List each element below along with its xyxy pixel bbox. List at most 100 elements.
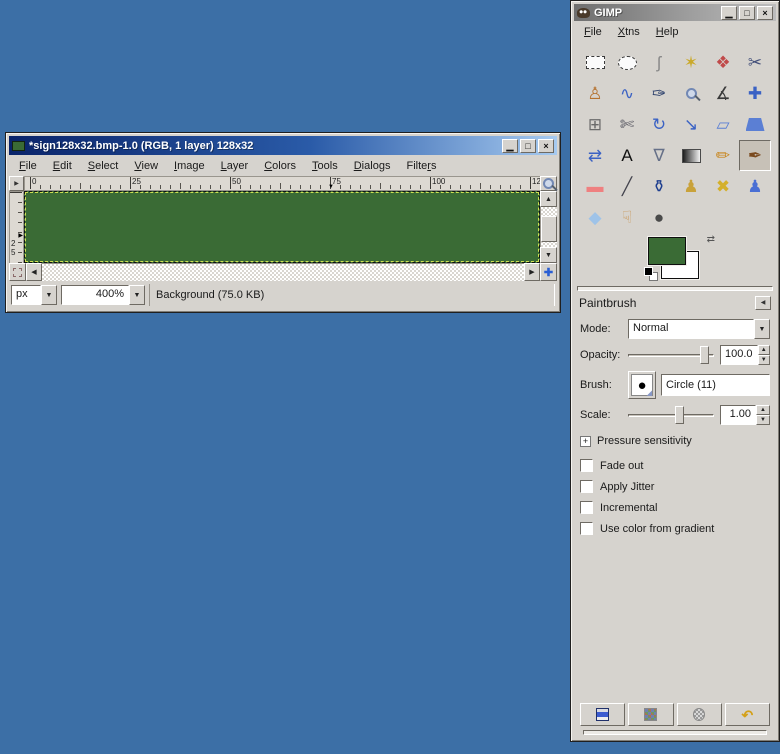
tool-paintbrush[interactable]: ✒	[739, 140, 771, 171]
save-options-button[interactable]	[580, 703, 625, 726]
tool-scissors-select[interactable]: ✂	[739, 47, 771, 78]
tool-text[interactable]: A	[611, 140, 643, 171]
menu-item-dialogs[interactable]: Dialogs	[346, 158, 399, 174]
tool-paths[interactable]: ∿	[611, 78, 643, 109]
fade-out-checkbox[interactable]	[580, 459, 593, 472]
mode-dropdown[interactable]: Normal ▼	[628, 319, 770, 339]
tool-smudge[interactable]: ☟	[611, 202, 643, 233]
spin-down-icon[interactable]: ▼	[758, 355, 770, 365]
tool-rect-select[interactable]	[579, 47, 611, 78]
menu-item-colors[interactable]: Colors	[256, 158, 304, 174]
tool-align[interactable]: ⊞	[579, 109, 611, 140]
pressure-sensitivity-expander[interactable]: + Pressure sensitivity	[580, 435, 770, 447]
minimize-button[interactable]: ▁	[721, 6, 737, 20]
menu-item-layer[interactable]: Layer	[213, 158, 257, 174]
scale-slider-handle[interactable]	[675, 406, 684, 424]
use-color-from-gradient-checkbox[interactable]	[580, 522, 593, 535]
tool-color-picker[interactable]: ✑	[643, 78, 675, 109]
tool-select-by-color[interactable]: ❖	[707, 47, 739, 78]
menu-item-tools[interactable]: Tools	[304, 158, 346, 174]
expander-plus-icon[interactable]: +	[580, 436, 591, 447]
menu-item-filters[interactable]: Filters	[398, 158, 444, 174]
tool-eraser[interactable]: ▬	[579, 171, 611, 202]
tool-heal[interactable]: ✖	[707, 171, 739, 202]
tool-move[interactable]: ✚	[739, 78, 771, 109]
delete-options-button[interactable]	[677, 703, 722, 726]
mode-dropdown-icon[interactable]: ▼	[754, 319, 770, 339]
tool-pencil[interactable]: ✏	[707, 140, 739, 171]
navigation-button[interactable]: ✚	[540, 263, 557, 281]
scale-slider[interactable]	[628, 406, 714, 424]
scroll-up-button[interactable]: ▲	[540, 191, 557, 207]
maximize-button[interactable]: □	[520, 139, 536, 153]
tool-flip[interactable]: ⇄	[579, 140, 611, 171]
menu-item-help[interactable]: Help	[648, 24, 687, 40]
incremental-checkbox[interactable]	[580, 501, 593, 514]
opacity-spinbox[interactable]: 100.0 ▲ ▼	[720, 345, 770, 365]
panel-menu-button[interactable]: ◀	[755, 296, 771, 310]
tool-shear[interactable]: ▱	[707, 109, 739, 140]
spin-down-icon[interactable]: ▼	[756, 415, 770, 425]
restore-options-button[interactable]	[628, 703, 673, 726]
tool-bucket-fill[interactable]: ∇	[643, 140, 675, 171]
menu-item-select[interactable]: Select	[80, 158, 127, 174]
swap-colors-icon[interactable]: ⇄	[707, 234, 715, 245]
horizontal-scroll-trough[interactable]	[42, 263, 524, 281]
maximize-button[interactable]: □	[739, 6, 755, 20]
menu-item-view[interactable]: View	[126, 158, 166, 174]
image-canvas[interactable]	[24, 191, 540, 263]
vertical-ruler[interactable]: 2 5 ▶	[9, 191, 24, 263]
vertical-scroll-thumb[interactable]	[541, 216, 557, 242]
reset-options-button[interactable]: ↶	[725, 703, 770, 726]
unit-dropdown-icon[interactable]: ▼	[41, 285, 57, 305]
tool-blur-sharpen[interactable]: ◆	[579, 202, 611, 233]
quickmask-toggle-button[interactable]	[9, 263, 26, 281]
zoom-combo[interactable]: 400% ▼	[61, 285, 145, 305]
tool-perspective[interactable]	[739, 109, 771, 140]
scroll-down-button[interactable]: ▼	[540, 247, 557, 263]
zoom-follow-window-button[interactable]	[540, 176, 557, 191]
brush-select-button[interactable]: ● ◢	[628, 371, 656, 399]
minimize-button[interactable]: ▁	[502, 139, 518, 153]
menu-item-edit[interactable]: Edit	[45, 158, 80, 174]
menu-item-file[interactable]: File	[576, 24, 610, 40]
close-button[interactable]: ×	[757, 6, 773, 20]
scale-spinbox[interactable]: 1.00 ▲ ▼	[720, 405, 770, 425]
tool-crop[interactable]: ✄	[611, 109, 643, 140]
opacity-slider[interactable]	[628, 346, 714, 364]
tool-dodge-burn[interactable]: ●	[643, 202, 675, 233]
canvas-area[interactable]	[24, 191, 540, 263]
tool-clone[interactable]: ♟	[675, 171, 707, 202]
default-colors-button[interactable]	[644, 267, 660, 283]
spin-up-icon[interactable]: ▲	[756, 405, 770, 415]
tool-airbrush[interactable]: ╱	[611, 171, 643, 202]
menu-item-file[interactable]: File	[11, 158, 45, 174]
unit-combo[interactable]: px ▼	[11, 285, 57, 305]
zoom-dropdown-icon[interactable]: ▼	[129, 285, 145, 305]
menu-item-xtns[interactable]: Xtns	[610, 24, 648, 40]
apply-jitter-checkbox[interactable]	[580, 480, 593, 493]
ruler-menu-button[interactable]: ▶	[9, 176, 24, 191]
tool-gradient[interactable]	[675, 140, 707, 171]
scroll-right-button[interactable]: ▶	[524, 263, 540, 281]
tool-perspective-clone[interactable]: ♟	[739, 171, 771, 202]
foreground-color-swatch[interactable]	[648, 237, 686, 265]
tool-ink[interactable]: ⚱	[643, 171, 675, 202]
horizontal-ruler[interactable]: ▼ 0255075100125	[24, 176, 540, 191]
tool-free-select[interactable]: ʃ	[643, 47, 675, 78]
tool-fuzzy-select[interactable]: ✶	[675, 47, 707, 78]
tool-ellipse-select[interactable]	[611, 47, 643, 78]
tool-zoom[interactable]	[675, 78, 707, 109]
tool-rotate[interactable]: ↻	[643, 109, 675, 140]
tool-scale[interactable]: ↘	[675, 109, 707, 140]
scroll-left-button[interactable]: ◀	[26, 263, 42, 281]
toolbox-titlebar[interactable]: GIMP ▁ □ ×	[574, 4, 776, 21]
image-window-titlebar[interactable]: *sign128x32.bmp-1.0 (RGB, 1 layer) 128x3…	[9, 136, 557, 155]
vertical-scroll-trough[interactable]	[540, 207, 557, 247]
tool-foreground-select[interactable]: ♙	[579, 78, 611, 109]
menu-item-image[interactable]: Image	[166, 158, 213, 174]
vertical-scrollbar[interactable]: ▲ ▼	[540, 191, 557, 263]
spin-up-icon[interactable]: ▲	[758, 345, 770, 355]
opacity-slider-handle[interactable]	[700, 346, 709, 364]
tool-measure[interactable]: ∡	[707, 78, 739, 109]
